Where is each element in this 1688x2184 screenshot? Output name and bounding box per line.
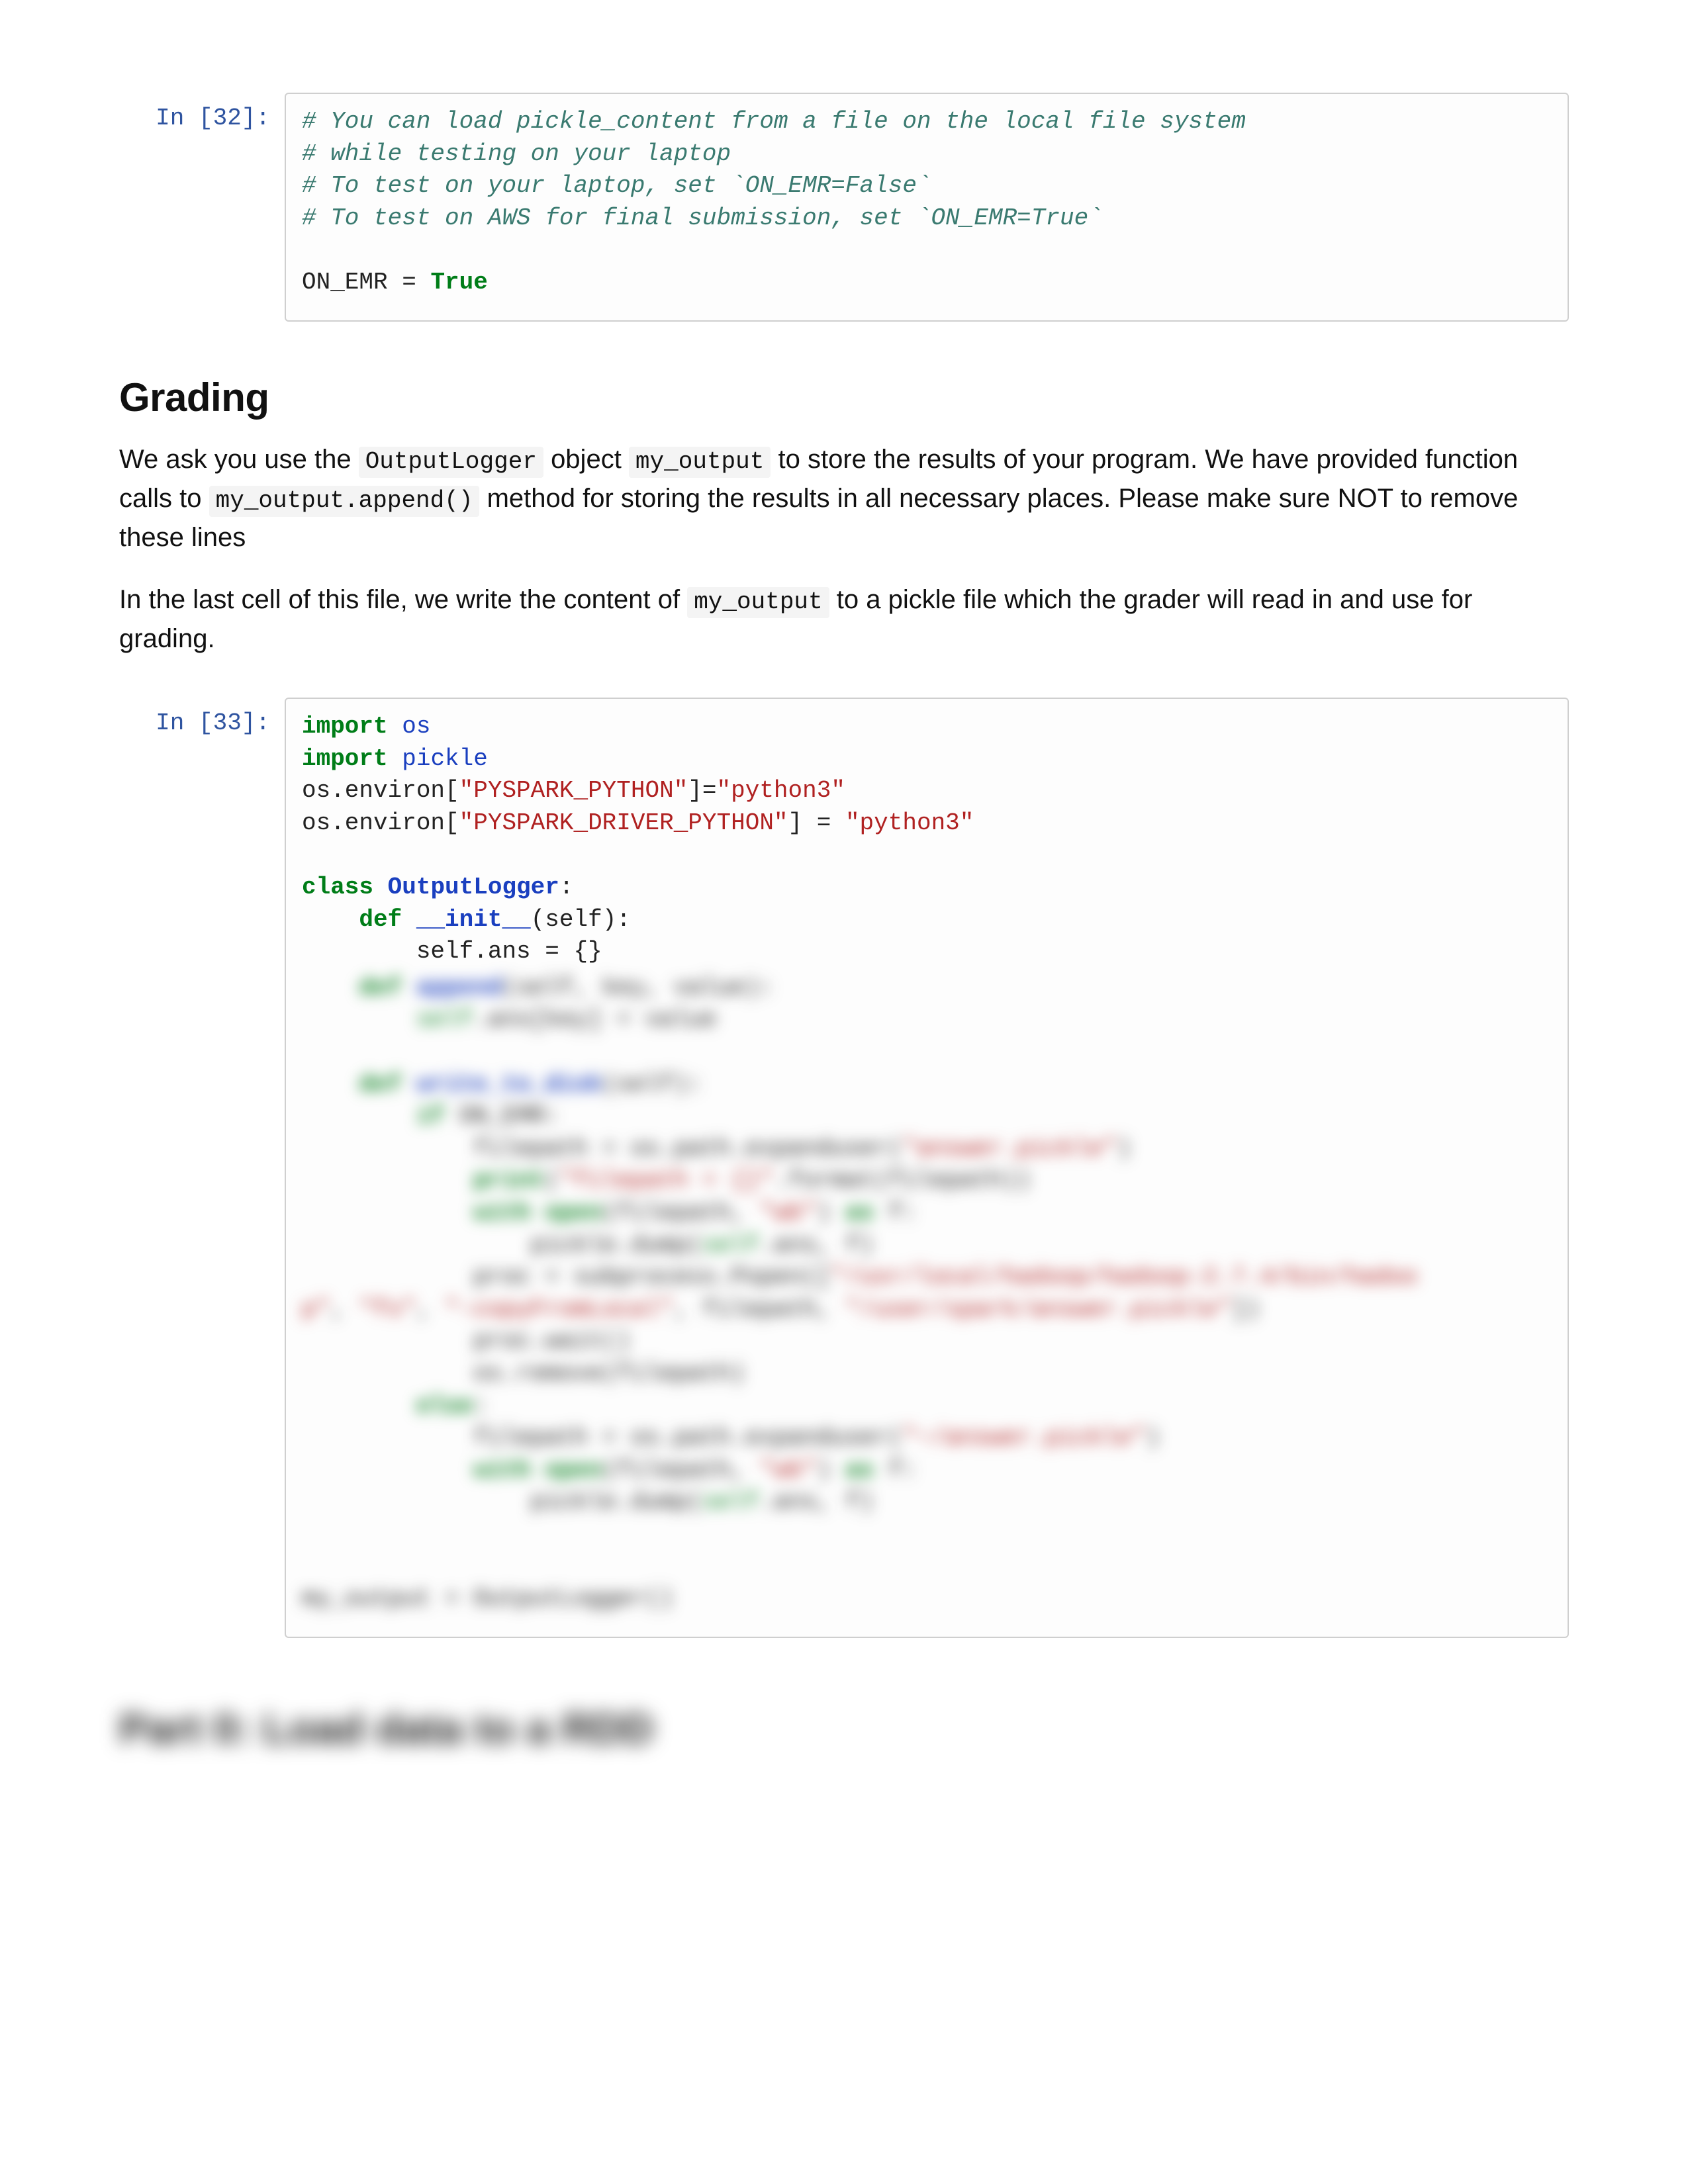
cell-1-code-box[interactable]: # You can load pickle_content from a fil… bbox=[285, 93, 1569, 322]
inline-code: my_output bbox=[629, 447, 771, 478]
blurred-code-region: def append(self, key, value): self.ans[k… bbox=[302, 972, 1552, 1615]
code-comment: # To test on your laptop, set `ON_EMR=Fa… bbox=[302, 172, 931, 199]
grading-heading: Grading bbox=[119, 375, 1569, 420]
text: object bbox=[551, 445, 629, 474]
code-funcname: __init__ bbox=[416, 906, 531, 933]
cell-1-code: # You can load pickle_content from a fil… bbox=[302, 106, 1552, 299]
cell-2-code: import os import pickle os.environ["PYSP… bbox=[302, 711, 1552, 968]
grading-paragraph-1: We ask you use the OutputLogger object m… bbox=[119, 440, 1569, 557]
code-text: os.environ[ bbox=[302, 809, 459, 837]
code-keyword: def bbox=[359, 906, 402, 933]
code-text: (self): bbox=[531, 906, 631, 933]
code-string: "PYSPARK_DRIVER_PYTHON" bbox=[459, 809, 788, 837]
text: We ask you use the bbox=[119, 445, 359, 474]
code-comment: # You can load pickle_content from a fil… bbox=[302, 108, 1246, 135]
code-cell-2: In [33]: import os import pickle os.envi… bbox=[119, 698, 1569, 1638]
inline-code: OutputLogger bbox=[359, 447, 543, 478]
cell-2-code-box[interactable]: import os import pickle os.environ["PYSP… bbox=[285, 698, 1569, 1638]
blurred-next-heading: Part 0: Load data to a RDD bbox=[119, 1704, 1569, 1753]
inline-code: my_output.append() bbox=[209, 486, 480, 517]
grading-paragraph-2: In the last cell of this file, we write … bbox=[119, 580, 1569, 658]
code-string: "PYSPARK_PYTHON" bbox=[459, 777, 688, 804]
cell-1-prompt: In [32]: bbox=[119, 93, 285, 132]
code-text: : bbox=[559, 874, 574, 901]
code-comment: # while testing on your laptop bbox=[302, 140, 731, 167]
inline-code: my_output bbox=[687, 587, 829, 618]
code-module: os bbox=[402, 713, 430, 740]
cell-2-prompt: In [33]: bbox=[119, 698, 285, 737]
code-classname: OutputLogger bbox=[388, 874, 559, 901]
code-text: os.environ[ bbox=[302, 777, 459, 804]
code-text: ]= bbox=[688, 777, 716, 804]
code-comment: # To test on AWS for final submission, s… bbox=[302, 205, 1103, 232]
code-keyword: class bbox=[302, 874, 373, 901]
code-keyword: True bbox=[430, 269, 487, 296]
page: In [32]: # You can load pickle_content f… bbox=[0, 0, 1688, 1886]
code-string: "python3" bbox=[845, 809, 974, 837]
code-text: ] = bbox=[788, 809, 845, 837]
code-keyword: import bbox=[302, 745, 388, 772]
blurred-code: def append(self, key, value): self.ans[k… bbox=[302, 972, 1552, 1615]
text: In the last cell of this file, we write … bbox=[119, 585, 687, 614]
code-text: self.ans = {} bbox=[416, 938, 602, 965]
code-module: pickle bbox=[402, 745, 488, 772]
blurred-heading-text: Part 0: Load data to a RDD bbox=[119, 1704, 1569, 1753]
code-cell-1: In [32]: # You can load pickle_content f… bbox=[119, 93, 1569, 322]
code-text: ON_EMR = bbox=[302, 269, 430, 296]
code-string: "python3" bbox=[717, 777, 845, 804]
code-keyword: import bbox=[302, 713, 388, 740]
